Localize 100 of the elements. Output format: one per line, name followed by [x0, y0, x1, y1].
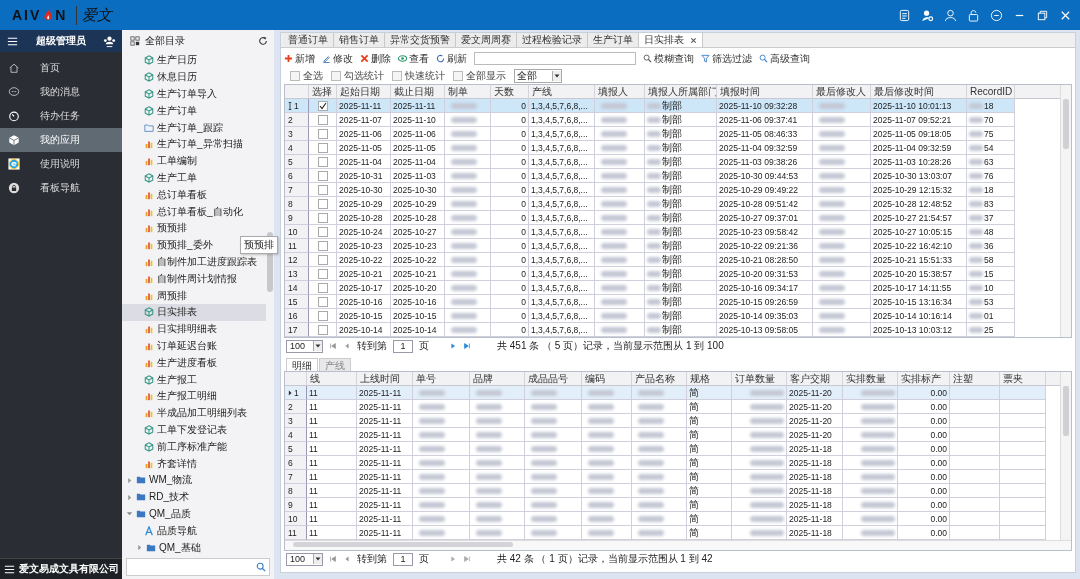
scrollbar[interactable]	[1060, 85, 1071, 337]
column-header[interactable]: 填报时间	[717, 85, 813, 99]
tree-folder[interactable]: QM_基础	[122, 539, 266, 556]
row-checkbox[interactable]	[317, 114, 328, 125]
column-header[interactable]: 票夹	[1000, 372, 1046, 386]
refresh-icon[interactable]	[258, 36, 268, 46]
collapsed-arrow-icon[interactable]	[126, 493, 133, 501]
column-header[interactable]: 产线	[529, 85, 595, 99]
column-header[interactable]: 编码	[582, 372, 632, 386]
users-icon[interactable]	[103, 34, 116, 48]
user-key-icon[interactable]	[921, 8, 934, 22]
page-size-select[interactable]: 100	[286, 552, 323, 566]
last-page-icon[interactable]	[463, 342, 471, 350]
first-page-icon[interactable]	[329, 342, 337, 350]
tab[interactable]: 异常交货预警	[385, 33, 456, 47]
tree-item[interactable]: 订单延迟台账	[122, 337, 266, 355]
scrollbar[interactable]	[1060, 372, 1071, 540]
restore-icon[interactable]	[1036, 8, 1049, 22]
tree-item[interactable]: 总订单看板_自动化	[122, 203, 266, 220]
page-number-field[interactable]: 1	[393, 339, 413, 353]
tree-item[interactable]: 生产订单_异常扫描	[122, 136, 266, 153]
row-checkbox[interactable]	[317, 212, 328, 223]
tree-item[interactable]: 休息日历	[122, 68, 266, 86]
tree-item[interactable]: 总订单看板	[122, 186, 266, 204]
tree-item[interactable]: 生产订单导入	[122, 85, 266, 103]
row-checkbox[interactable]	[317, 170, 328, 181]
tab[interactable]: 明细	[286, 358, 318, 371]
toolbar-button[interactable]: 刷新	[436, 51, 467, 66]
tab[interactable]: 过程检验记录	[517, 33, 588, 47]
tree-item[interactable]: 生产工单	[122, 169, 266, 187]
row-checkbox[interactable]	[317, 310, 328, 321]
toolbar-button[interactable]: 模糊查询	[643, 51, 694, 66]
toolbar-button[interactable]: 高级查询	[759, 51, 810, 66]
column-header[interactable]: 客户交期	[787, 372, 843, 386]
next-page-icon[interactable]	[449, 555, 457, 563]
tree-folder[interactable]: QM_品质	[122, 505, 266, 523]
column-header[interactable]: 线	[307, 372, 357, 386]
column-header[interactable]: 最后修改时间	[871, 85, 967, 99]
row-checkbox[interactable]	[317, 324, 328, 335]
row-checkbox[interactable]	[317, 198, 328, 209]
tree-item[interactable]: 日实排表	[122, 303, 266, 321]
document-icon[interactable]	[898, 8, 911, 22]
row-checkbox[interactable]	[317, 100, 328, 111]
tree-item[interactable]: 品质导航	[122, 522, 266, 540]
search-field[interactable]	[474, 52, 636, 65]
scrollbar[interactable]	[285, 540, 1071, 550]
tree-item[interactable]: 工单编制	[122, 152, 266, 170]
toolbar-button[interactable]: 删除	[360, 51, 391, 66]
column-header[interactable]: RecordID	[967, 85, 1015, 99]
tree-item[interactable]: 生产订单_跟踪	[122, 119, 266, 136]
column-header[interactable]: 选择	[309, 85, 337, 99]
toolbar-button[interactable]: 查看	[398, 51, 429, 66]
scope-dropdown[interactable]: 全部	[514, 68, 562, 83]
tab[interactable]: 爱文周周赛	[456, 33, 517, 47]
column-header[interactable]: 上线时间	[357, 372, 413, 386]
menu-item[interactable]: 我的应用	[0, 128, 122, 152]
first-page-icon[interactable]	[329, 555, 337, 563]
tab[interactable]: 销售订单	[334, 33, 385, 47]
tree-item[interactable]: 自制件周计划情报	[122, 270, 266, 288]
column-header[interactable]: 填报人	[595, 85, 645, 99]
tree-item[interactable]: 预预排	[122, 219, 266, 237]
column-header[interactable]: 成品品号	[525, 372, 582, 386]
column-header[interactable]: 产品名称	[632, 372, 687, 386]
tree-item[interactable]: 生产订单	[122, 102, 266, 120]
option-checkbox[interactable]: 全部显示	[453, 68, 506, 83]
tree-item[interactable]: 生产日历	[122, 52, 266, 69]
row-checkbox[interactable]	[317, 296, 328, 307]
previous-page-icon[interactable]	[343, 342, 351, 350]
next-page-icon[interactable]	[449, 342, 457, 350]
tree-item[interactable]: 生产报工明细	[122, 387, 266, 405]
menu-item[interactable]: 看板导航	[0, 176, 122, 200]
row-checkbox[interactable]	[317, 156, 328, 167]
row-checkbox[interactable]	[317, 128, 328, 139]
option-checkbox[interactable]: 勾选统计	[331, 68, 384, 83]
column-header[interactable]: 规格	[687, 372, 732, 386]
last-page-icon[interactable]	[463, 555, 471, 563]
tree-item[interactable]: 日实排明细表	[122, 320, 266, 338]
tree-item[interactable]: 生产进度看板	[122, 354, 266, 372]
lock-icon[interactable]	[967, 8, 980, 22]
column-header[interactable]: 截止日期	[391, 85, 445, 99]
option-checkbox[interactable]: 全选	[290, 68, 323, 83]
column-header[interactable]: 品牌	[470, 372, 525, 386]
row-checkbox[interactable]	[317, 268, 328, 279]
column-header[interactable]: 订单数量	[732, 372, 787, 386]
tree-item[interactable]: 自制件加工进度跟踪表	[122, 253, 266, 271]
column-header[interactable]: 单号	[413, 372, 470, 386]
menu-item[interactable]: 待办任务	[0, 104, 122, 128]
toolbar-button[interactable]: 新增	[284, 51, 315, 66]
row-checkbox[interactable]	[317, 254, 328, 265]
row-checkbox[interactable]	[317, 184, 328, 195]
tree-folder[interactable]: WM_物流	[122, 471, 266, 489]
toolbar-button[interactable]: 筛选过滤	[701, 51, 752, 66]
tab[interactable]: 日实排表	[639, 33, 703, 47]
menu-item[interactable]: 使用说明	[0, 152, 122, 176]
close-icon[interactable]	[690, 36, 697, 44]
collapsed-arrow-icon[interactable]	[136, 544, 143, 551]
column-header[interactable]: 注塑	[950, 372, 1000, 386]
page-number-field[interactable]: 1	[393, 552, 413, 566]
row-checkbox[interactable]	[317, 142, 328, 153]
tree-item[interactable]: 工单下发登记表	[122, 421, 266, 439]
